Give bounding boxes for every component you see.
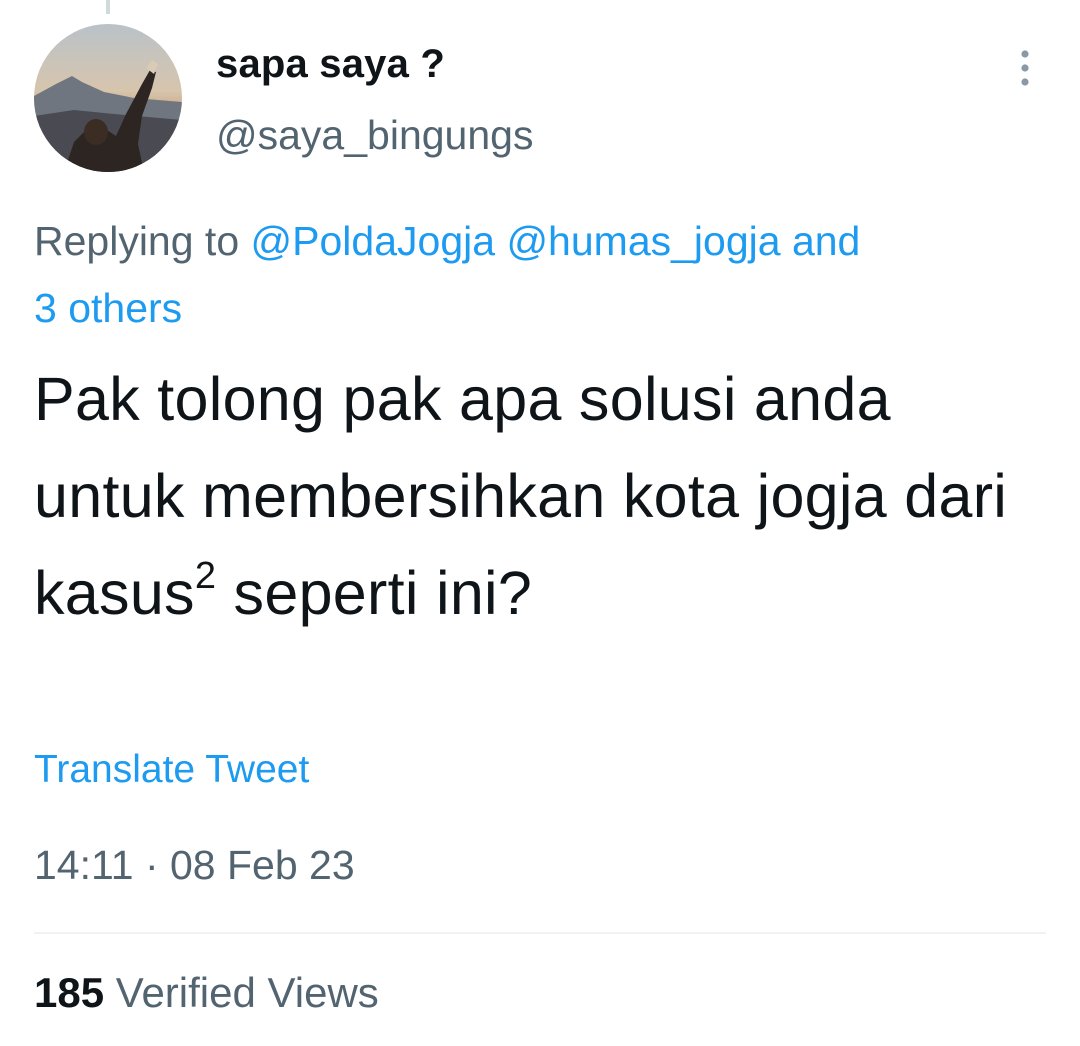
thread-connector-line bbox=[106, 0, 110, 14]
display-name[interactable]: sapa saya ? bbox=[216, 42, 445, 87]
mention-conjunction[interactable]: and bbox=[792, 218, 860, 264]
views-number: 185 bbox=[34, 969, 105, 1016]
tweet-timestamp[interactable]: 14:11 · 08 Feb 23 bbox=[34, 842, 355, 889]
avatar[interactable] bbox=[34, 24, 182, 172]
views-label: Verified Views bbox=[115, 969, 379, 1016]
others-link[interactable]: 3 others bbox=[34, 285, 182, 331]
views-count[interactable]: 185 Verified Views bbox=[34, 969, 379, 1017]
replying-to: Replying to @PoldaJogja @humas_jogja and… bbox=[34, 208, 1050, 342]
mention-link[interactable]: @PoldaJogja bbox=[251, 218, 496, 264]
more-vertical-icon[interactable] bbox=[1008, 48, 1042, 88]
translate-tweet-link[interactable]: Translate Tweet bbox=[34, 748, 309, 792]
replying-prefix: Replying to bbox=[34, 218, 240, 264]
divider bbox=[34, 932, 1046, 934]
tweet-text: Pak tolong pak apa solusi anda untuk mem… bbox=[34, 351, 1050, 642]
profile-photo-icon bbox=[34, 24, 182, 172]
user-handle[interactable]: @saya_bingungs bbox=[216, 112, 533, 159]
mention-link[interactable]: @humas_jogja bbox=[506, 218, 780, 264]
tweet-text-superscript: 2 bbox=[194, 555, 217, 597]
tweet-text-tail: seperti ini? bbox=[216, 559, 533, 627]
